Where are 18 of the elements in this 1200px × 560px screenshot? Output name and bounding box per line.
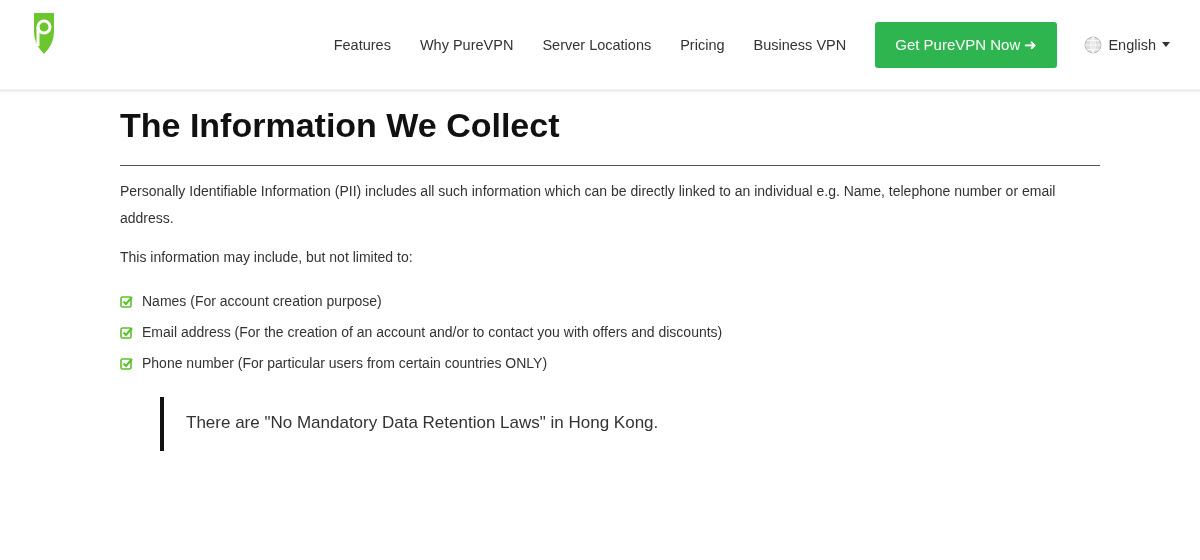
page-heading: The Information We Collect [120, 106, 1100, 166]
list-item-text: Email address (For the creation of an account and/or to contact you with offers and discounts) [142, 324, 723, 340]
checkbox-tick-icon [120, 325, 133, 339]
list-item-text: Names (For account creation purpose) [142, 293, 382, 309]
caret-icon[interactable] [1162, 42, 1170, 47]
checkbox-tick-icon [120, 294, 133, 308]
paragraph: Personally Identifiable Information (PII) includes all such information which can be directly linked to an individual e.g. Name, telephone number or email address. [120, 182, 1057, 228]
nav-link[interactable]: Business VPN [753, 36, 847, 53]
language-selector[interactable]: English [1108, 36, 1156, 53]
nav-link[interactable]: Why PureVPN [419, 36, 514, 53]
nav-link[interactable]: Pricing [680, 36, 725, 53]
nav-link[interactable]: Features [333, 36, 391, 53]
checkbox-tick-icon [120, 356, 133, 370]
quote-text: There are "No Mandatory Data Retention Laws" in Hong Kong. [186, 413, 659, 432]
nav-link[interactable]: Server Locations [542, 36, 652, 53]
list-item-text: Phone number (For particular users from certain countries ONLY) [142, 355, 548, 371]
globe-icon[interactable] [1084, 35, 1103, 54]
paragraph: This information may include, but not limited to: [120, 248, 414, 267]
